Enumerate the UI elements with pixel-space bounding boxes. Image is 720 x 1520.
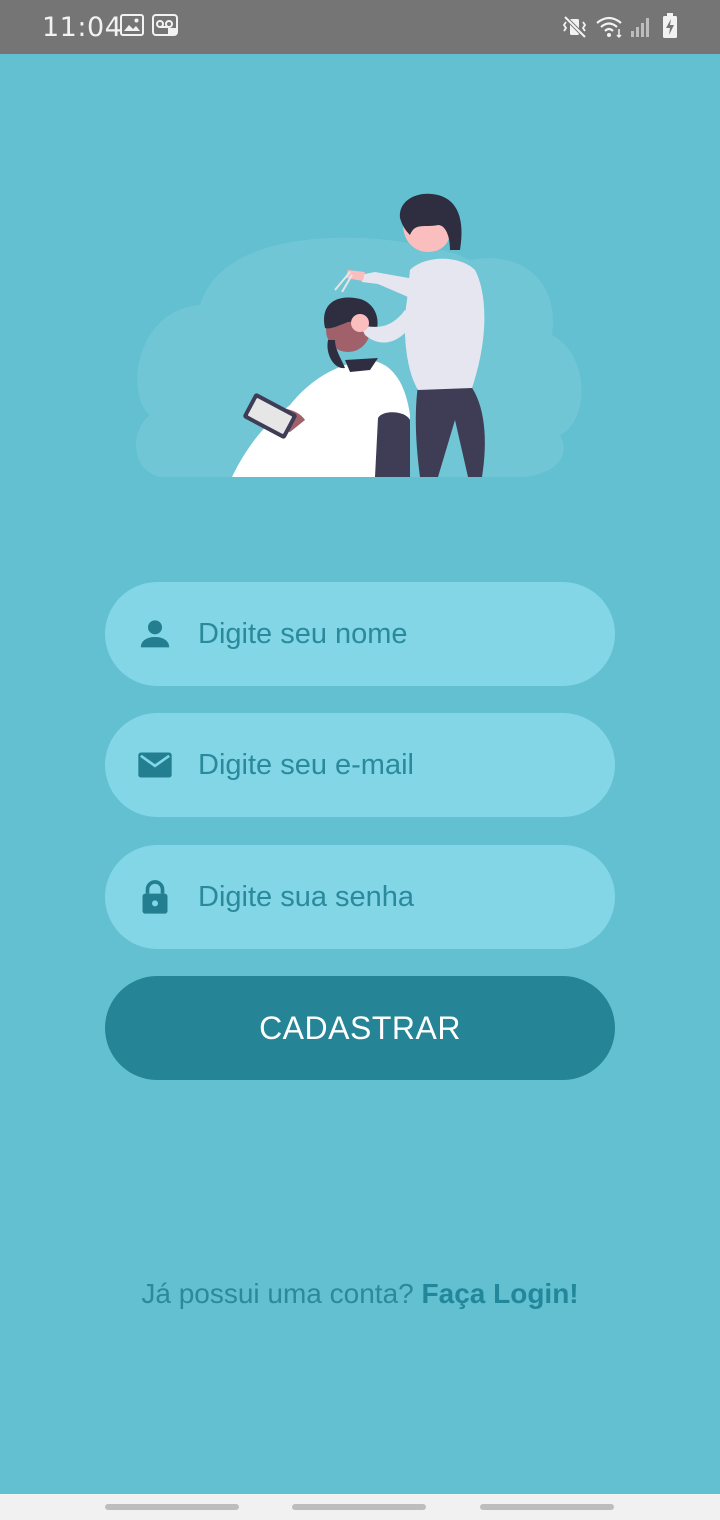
name-input[interactable] [198,582,588,686]
mute-vibrate-icon [562,15,588,39]
name-field[interactable] [105,582,615,686]
nav-home-button[interactable] [292,1504,426,1510]
lock-icon [135,877,175,917]
nav-back-button[interactable] [480,1504,614,1510]
login-question: Já possui uma conta? [141,1278,414,1309]
email-input[interactable] [198,713,588,817]
password-field[interactable] [105,845,615,949]
email-field[interactable] [105,713,615,817]
password-input[interactable] [198,845,588,949]
barber-illustration [120,180,600,490]
navigation-bar [0,1494,720,1520]
login-link[interactable]: Faça Login! [422,1278,579,1309]
login-prompt: Já possui uma conta? Faça Login! [0,1278,720,1310]
nav-recents-button[interactable] [105,1504,239,1510]
signal-icon [630,16,652,38]
battery-charging-icon [662,13,678,39]
status-bar: 11:04 [0,0,720,54]
image-icon [120,14,144,36]
wifi-icon [595,15,625,39]
register-button[interactable]: CADASTRAR [105,976,615,1080]
person-icon [135,614,175,654]
mail-icon [135,745,175,785]
status-time: 11:04 [42,12,123,43]
voicemail-icon [152,14,178,36]
